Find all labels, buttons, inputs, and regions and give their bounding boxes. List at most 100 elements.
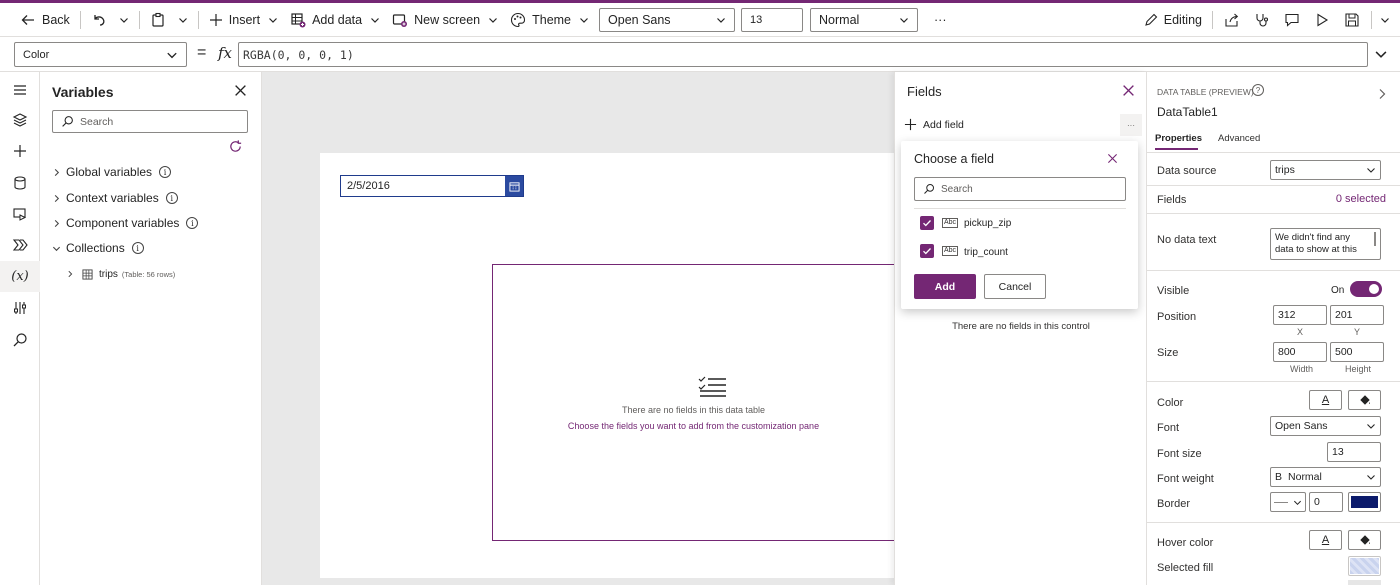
- database-icon: [14, 175, 26, 190]
- tree-item-collections[interactable]: Collections i: [52, 238, 144, 258]
- data-table-control[interactable]: [492, 264, 895, 541]
- border-color-button[interactable]: [1348, 492, 1381, 512]
- tree-view-button[interactable]: [0, 104, 40, 135]
- tree-item-trips[interactable]: trips (Table: 56 rows): [66, 264, 175, 284]
- chevron-down-icon: [717, 17, 725, 23]
- expand-formula-button[interactable]: [1374, 47, 1388, 64]
- tree-item-global-variables[interactable]: Global variables i: [52, 162, 172, 182]
- data-source-value: trips: [1275, 164, 1295, 176]
- property-dropdown[interactable]: Color: [14, 42, 187, 67]
- variables-button[interactable]: (x): [0, 261, 40, 292]
- menu-button[interactable]: [0, 74, 40, 105]
- table-add-icon: [291, 12, 306, 27]
- preview-button[interactable]: [1307, 3, 1337, 36]
- power-automate-button[interactable]: [0, 229, 40, 260]
- hover-text-color-button[interactable]: A: [1309, 530, 1342, 550]
- empty-table-link[interactable]: Choose the fields you want to add from t…: [492, 421, 895, 431]
- divider: [138, 10, 140, 29]
- app-checker-button[interactable]: [1247, 3, 1277, 36]
- chevron-down-icon: [1367, 424, 1375, 429]
- insert-rail-button[interactable]: [0, 135, 40, 166]
- plus-icon: [209, 13, 222, 26]
- cancel-button[interactable]: Cancel: [984, 274, 1046, 299]
- variables-search-input[interactable]: Search: [52, 110, 248, 133]
- advanced-tools-button[interactable]: [0, 292, 40, 323]
- more-commands-button[interactable]: ···: [928, 3, 953, 36]
- data-button[interactable]: [0, 167, 40, 198]
- formula-text: RGBA(0, 0, 0, 1): [243, 47, 354, 62]
- chevron-down-icon: [269, 17, 277, 23]
- scrollbar[interactable]: [1374, 232, 1376, 246]
- checkbox-trip-count[interactable]: [920, 244, 934, 258]
- tree-item-context-variables[interactable]: Context variables i: [52, 188, 178, 208]
- editing-mode-button[interactable]: Editing: [1138, 3, 1208, 36]
- formula-bar: Color = fx RGBA(0, 0, 0, 1): [0, 37, 1400, 72]
- close-fields-button[interactable]: [1122, 84, 1135, 100]
- add-fields-button[interactable]: Add: [914, 274, 976, 299]
- new-screen-button[interactable]: New screen: [386, 3, 504, 36]
- search-icon: [13, 332, 27, 346]
- divider: [1147, 213, 1400, 214]
- border-width-input[interactable]: 0: [1309, 492, 1343, 512]
- fields-selected-link[interactable]: 0 selected: [1300, 193, 1386, 205]
- divider: [1212, 10, 1213, 29]
- font-family-dropdown[interactable]: Open Sans: [599, 7, 736, 32]
- media-button[interactable]: [0, 198, 40, 229]
- font-weight-dropdown[interactable]: Normal: [810, 7, 919, 32]
- selected-fill-button[interactable]: [1348, 556, 1381, 576]
- border-style-dropdown[interactable]: [1270, 492, 1306, 512]
- plus-icon: [904, 118, 917, 131]
- tools-icon: [14, 301, 26, 314]
- fill-color-button[interactable]: [1348, 390, 1381, 410]
- comments-button[interactable]: [1277, 3, 1307, 36]
- chevron-right-icon: [1379, 89, 1386, 99]
- refresh-button[interactable]: [228, 139, 243, 157]
- checkbox-pickup-zip[interactable]: [920, 216, 934, 230]
- chevron-down-icon: [1293, 500, 1302, 505]
- font-weight-prop-dropdown[interactable]: B Normal: [1270, 467, 1381, 487]
- height-input[interactable]: 500: [1330, 342, 1384, 362]
- position-y-input[interactable]: 201: [1330, 305, 1384, 325]
- tab-advanced[interactable]: Advanced: [1218, 133, 1260, 144]
- calendar-button[interactable]: [505, 176, 523, 196]
- back-button[interactable]: Back: [14, 3, 76, 36]
- formula-input[interactable]: RGBA(0, 0, 0, 1): [238, 42, 1368, 67]
- close-choose-field-button[interactable]: [1107, 153, 1118, 167]
- theme-button[interactable]: Theme: [504, 3, 595, 36]
- save-button[interactable]: [1337, 3, 1367, 36]
- date-picker[interactable]: 2/5/2016: [340, 175, 524, 197]
- size-label: Size: [1157, 347, 1179, 359]
- choose-field-search-input[interactable]: Search: [914, 177, 1126, 201]
- checkmark-icon: [923, 248, 931, 255]
- search-rail-button[interactable]: [0, 324, 40, 355]
- font-size-input[interactable]: 13: [741, 7, 804, 32]
- help-icon[interactable]: ?: [1252, 84, 1264, 96]
- visible-state: On: [1331, 285, 1345, 296]
- height-value: 500: [1335, 346, 1353, 358]
- insert-button[interactable]: Insert: [203, 3, 284, 36]
- paste-dropdown[interactable]: [172, 3, 194, 36]
- add-data-button[interactable]: Add data: [284, 3, 386, 36]
- font-size-prop-input[interactable]: 13: [1327, 442, 1381, 462]
- add-field-button[interactable]: Add field: [904, 118, 964, 131]
- data-source-dropdown[interactable]: trips: [1270, 160, 1381, 180]
- hover-fill-color-button[interactable]: [1348, 530, 1381, 550]
- position-x-input[interactable]: 312: [1273, 305, 1327, 325]
- close-variables-button[interactable]: [234, 84, 247, 100]
- no-data-text-input[interactable]: We didn't find any data to show at this: [1270, 228, 1381, 260]
- visible-toggle[interactable]: [1350, 281, 1382, 297]
- undo-button[interactable]: [85, 3, 113, 36]
- fields-more-button[interactable]: ···: [1120, 114, 1142, 136]
- share-button[interactable]: [1217, 3, 1247, 36]
- chevron-right-icon: [68, 270, 73, 278]
- collapse-pane-button[interactable]: [1377, 88, 1387, 103]
- width-input[interactable]: 800: [1273, 342, 1327, 362]
- font-dropdown[interactable]: Open Sans: [1270, 416, 1381, 436]
- close-icon: [235, 85, 246, 96]
- text-color-button[interactable]: A: [1309, 390, 1342, 410]
- paste-button[interactable]: [144, 3, 172, 36]
- undo-dropdown[interactable]: [113, 3, 135, 36]
- tab-properties[interactable]: Properties: [1155, 133, 1202, 144]
- tree-item-component-variables[interactable]: Component variables i: [52, 213, 199, 233]
- save-dropdown[interactable]: [1376, 3, 1400, 36]
